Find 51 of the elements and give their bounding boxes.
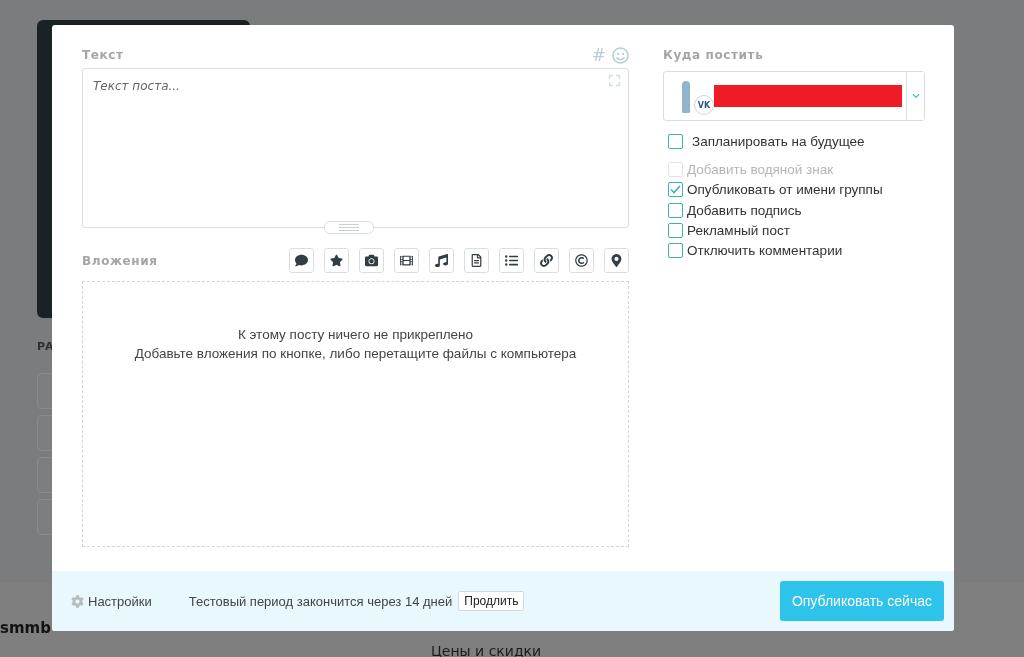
resize-handle[interactable] bbox=[324, 221, 374, 234]
group-avatar bbox=[682, 81, 690, 113]
attachments-section-label: Вложения bbox=[82, 253, 158, 268]
background-brand: smmb bbox=[0, 619, 51, 637]
checkbox[interactable] bbox=[668, 243, 683, 259]
checkmark-icon bbox=[670, 185, 681, 195]
extend-button[interactable]: Продлить bbox=[458, 591, 525, 611]
attachment-button[interactable] bbox=[324, 248, 349, 273]
star-icon bbox=[330, 254, 343, 267]
attachment-button[interactable] bbox=[359, 248, 384, 273]
target-select[interactable]: VK bbox=[663, 71, 925, 121]
film-icon bbox=[400, 254, 413, 267]
music-note-icon bbox=[435, 254, 448, 267]
attachment-button[interactable] bbox=[464, 248, 489, 273]
attachment-button[interactable] bbox=[534, 248, 559, 273]
empty-attachments-hint: Добавьте вложения по кнопке, либо перетащите файлы с компьютера bbox=[134, 346, 577, 361]
option-label: Рекламный пост bbox=[687, 222, 790, 238]
copyright-icon bbox=[575, 254, 588, 267]
attachment-button[interactable] bbox=[499, 248, 524, 273]
checkbox[interactable] bbox=[668, 202, 683, 218]
attachment-button[interactable] bbox=[394, 248, 419, 273]
checkbox[interactable] bbox=[668, 222, 683, 238]
link-icon bbox=[540, 254, 553, 267]
empty-attachments-title: К этому посту ничего не прикреплено bbox=[237, 327, 474, 342]
option-label: Добавить подпись bbox=[687, 202, 802, 218]
document-icon bbox=[470, 254, 483, 267]
camera-icon bbox=[365, 254, 378, 267]
option-label: Опубликовать от имени группы bbox=[687, 182, 883, 198]
option-label: Запланировать на будущее bbox=[692, 133, 865, 149]
comment-icon bbox=[295, 254, 308, 267]
settings-label: Настройки bbox=[88, 593, 152, 609]
map-pin-icon bbox=[610, 254, 623, 267]
trial-notice: Тестовый период закончится через 14 дней bbox=[188, 593, 453, 609]
option-label: Отключить комментарии bbox=[687, 243, 843, 259]
attachment-button[interactable] bbox=[289, 248, 314, 273]
attachment-button[interactable] bbox=[429, 248, 454, 273]
settings-icon bbox=[71, 594, 84, 608]
attachment-button[interactable] bbox=[604, 248, 629, 273]
target-section-label: Куда постить bbox=[663, 48, 764, 62]
settings-link[interactable]: Настройки bbox=[71, 593, 152, 609]
network-badge: VK bbox=[694, 95, 714, 115]
text-section-label: Текст bbox=[82, 48, 124, 62]
checkbox[interactable] bbox=[668, 182, 683, 198]
attachment-button[interactable] bbox=[569, 248, 594, 273]
list-icon bbox=[505, 254, 518, 267]
chevron-down-icon bbox=[911, 92, 920, 100]
post-text-field[interactable]: Текст поста... bbox=[82, 68, 629, 228]
attachment-drop-zone[interactable]: К этому посту ничего не прикреплено Добавьте вложения по кнопке, либо перетащите файлы с компьютера bbox=[82, 281, 629, 547]
checkbox[interactable] bbox=[668, 133, 683, 149]
option-label: Добавить водяной знак bbox=[687, 161, 834, 177]
background-section-label: РА bbox=[37, 340, 54, 353]
